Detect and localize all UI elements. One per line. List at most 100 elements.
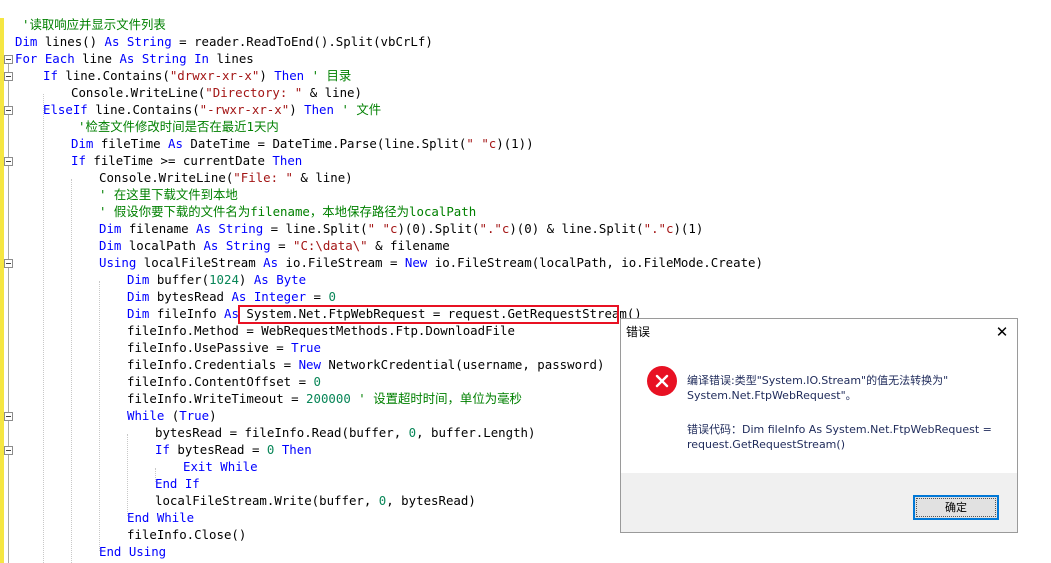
code-token: End While xyxy=(127,510,195,525)
code-token: & filename xyxy=(367,238,450,253)
code-line[interactable]: Console.WriteLine("File: " & line) xyxy=(99,169,353,186)
code-line[interactable]: fileInfo.Credentials = New NetworkCreden… xyxy=(127,356,604,373)
code-token: String xyxy=(225,238,271,253)
close-icon[interactable]: ✕ xyxy=(993,321,1011,343)
code-line[interactable]: Dim lines() As String = reader.ReadToEnd… xyxy=(15,33,433,50)
code-token: New xyxy=(298,357,321,372)
code-token: As xyxy=(104,34,120,49)
code-token: fileInfo.Credentials = xyxy=(127,357,299,372)
outline-line-for xyxy=(8,64,9,563)
code-line[interactable]: Dim localPath As String = "C:\data\" & f… xyxy=(99,237,450,254)
code-token: = xyxy=(270,238,293,253)
code-token: If xyxy=(43,68,58,83)
code-token: Console.WriteLine( xyxy=(71,85,206,100)
code-line[interactable]: ' 假设你要下载的文件名为filename，本地保存路径为localPath xyxy=(99,203,476,220)
code-token: As xyxy=(231,289,247,304)
change-indicator-bar xyxy=(0,18,4,563)
code-token: "C:\data\" xyxy=(293,238,368,253)
collapse-if-zero-icon[interactable] xyxy=(4,446,13,455)
dialog-body xyxy=(621,347,1017,473)
collapse-using-icon[interactable] xyxy=(4,259,13,268)
code-token: = xyxy=(306,289,329,304)
code-token: Then xyxy=(304,102,334,117)
code-token: If xyxy=(71,153,86,168)
code-line[interactable]: Dim bytesRead As Integer = 0 xyxy=(127,288,336,305)
code-token: " "c xyxy=(466,136,497,151)
code-line[interactable]: ' 在这里下载文件到本地 xyxy=(99,186,238,203)
collapse-elseif-icon[interactable] xyxy=(4,106,13,115)
code-token: localFileStream.Write(buffer, xyxy=(155,493,379,508)
code-line[interactable]: While (True) xyxy=(127,407,217,424)
collapse-inner-if-icon[interactable] xyxy=(4,157,13,166)
code-token: , bytesRead) xyxy=(386,493,476,508)
code-token: "-rwxr-xr-x" xyxy=(199,102,290,117)
code-token: End Using xyxy=(99,544,167,559)
code-token: = reader.ReadToEnd().Split(vbCrLf) xyxy=(171,34,433,49)
error-message-line1: 编译错误:类型"System.IO.Stream"的值无法转换为" xyxy=(687,374,949,387)
code-token: localFileStream xyxy=(136,255,264,270)
collapse-for-icon[interactable] xyxy=(4,55,13,64)
code-token: )(1)) xyxy=(496,136,534,151)
code-token: End If xyxy=(155,476,200,491)
code-token: io.FileStream(localPath, io.FileMode.Cre… xyxy=(427,255,763,270)
code-token: As xyxy=(196,221,211,236)
code-token: fileInfo.ContentOffset = xyxy=(127,374,314,389)
code-line[interactable]: End If xyxy=(155,475,200,492)
code-token: "."c xyxy=(643,221,674,236)
code-line[interactable]: fileInfo.Method = WebRequestMethods.Ftp.… xyxy=(127,322,515,339)
code-token: String xyxy=(218,221,264,236)
code-token: Dim xyxy=(71,136,94,151)
code-line[interactable]: If bytesRead = 0 Then xyxy=(155,441,312,458)
code-line[interactable]: Dim filename As String = line.Split(" "c… xyxy=(99,220,703,237)
code-token: '读取响应并显示文件列表 xyxy=(22,17,166,32)
code-line[interactable]: fileInfo.WriteTimeout = 200000 ' 设置超时时间，… xyxy=(127,390,522,407)
code-line[interactable]: End While xyxy=(127,509,194,526)
code-token: As xyxy=(224,306,239,321)
code-line[interactable]: bytesRead = fileInfo.Read(buffer, 0, buf… xyxy=(155,424,535,441)
code-token: Dim xyxy=(99,238,122,253)
code-token: Console.WriteLine( xyxy=(99,170,234,185)
code-line[interactable]: Dim buffer(1024) As Byte xyxy=(127,271,306,288)
error-detail-line2: request.GetRequestStream() xyxy=(687,438,845,451)
code-line[interactable]: End Using xyxy=(99,543,166,560)
code-line[interactable]: ElseIf line.Contains("-rwxr-xr-x") Then … xyxy=(43,101,381,118)
code-line[interactable]: Using localFileStream As io.FileStream =… xyxy=(99,254,763,271)
code-line[interactable]: '检查文件修改时间是否在最近1天内 xyxy=(78,118,279,135)
code-token: line.Contains( xyxy=(87,102,200,117)
code-line[interactable]: Exit While xyxy=(183,458,258,475)
code-token: filename xyxy=(121,221,196,236)
code-token: ElseIf xyxy=(43,102,88,117)
code-token: fileInfo.UsePassive = xyxy=(127,340,292,355)
code-token: )(0).Split( xyxy=(397,221,480,236)
code-line[interactable]: Dim fileTime As DateTime = DateTime.Pars… xyxy=(71,135,534,152)
code-line[interactable]: For Each line As String In lines xyxy=(15,50,254,67)
code-token: " "c xyxy=(367,221,398,236)
code-line[interactable]: fileInfo.ContentOffset = 0 xyxy=(127,373,321,390)
error-message: 编译错误:类型"System.IO.Stream"的值无法转换为" System… xyxy=(687,373,997,403)
collapse-if-icon[interactable] xyxy=(4,72,13,81)
code-line[interactable]: localFileStream.Write(buffer, 0, bytesRe… xyxy=(155,492,476,509)
code-line[interactable]: If fileTime >= currentDate Then xyxy=(71,152,302,169)
code-line[interactable]: fileInfo.UsePassive = True xyxy=(127,339,321,356)
code-line[interactable]: fileInfo.Close() xyxy=(127,526,246,543)
code-line[interactable]: Console.WriteLine("Directory: " & line) xyxy=(71,84,362,101)
code-token: Then xyxy=(272,153,303,168)
code-token: As xyxy=(168,136,183,151)
code-token: True xyxy=(291,340,321,355)
code-token: line xyxy=(74,51,120,66)
code-token: line.Contains( xyxy=(57,68,170,83)
indent-guide xyxy=(43,94,44,563)
code-token: '检查文件修改时间是否在最近1天内 xyxy=(78,119,279,134)
code-token: As xyxy=(263,255,279,270)
error-icon xyxy=(647,366,677,396)
ok-button[interactable]: 确定 xyxy=(913,495,999,520)
code-token: Byte xyxy=(276,272,307,287)
code-token: bytesRead = fileInfo.Read(buffer, xyxy=(155,425,409,440)
code-line[interactable]: '读取响应并显示文件列表 xyxy=(22,16,166,33)
code-token: lines xyxy=(209,51,254,66)
collapse-while-icon[interactable] xyxy=(4,412,13,421)
code-token: & line) xyxy=(292,170,353,185)
code-line[interactable]: If line.Contains("drwxr-xr-x") Then ' 目录 xyxy=(43,67,351,84)
